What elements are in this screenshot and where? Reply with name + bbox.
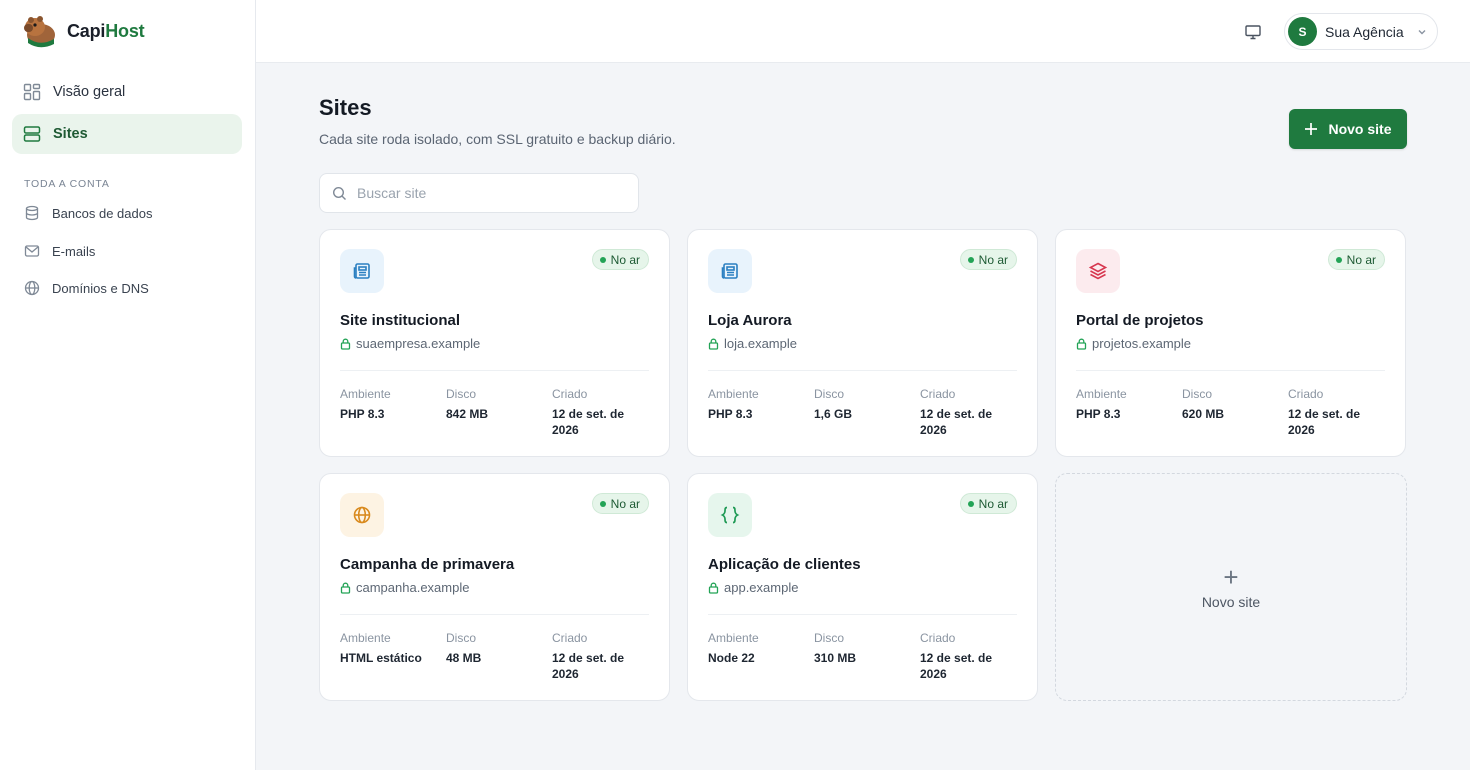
globe-icon bbox=[24, 280, 40, 296]
monitor-button[interactable] bbox=[1241, 20, 1265, 44]
capybara-logo-icon bbox=[24, 16, 55, 48]
add-site-label: Novo site bbox=[1201, 594, 1261, 610]
search-box[interactable] bbox=[319, 173, 639, 213]
chevron-down-icon bbox=[1418, 29, 1426, 34]
sidebar-item-dominios-e-dns[interactable]: Domínios e DNS bbox=[12, 271, 242, 305]
status-dot bbox=[967, 500, 974, 507]
meta-env: Ambiente PHP 8.3 bbox=[1076, 387, 1127, 421]
newspaper-icon bbox=[708, 249, 752, 293]
sidebar-item-visao-geral[interactable]: Visão geral bbox=[12, 72, 242, 112]
meta-disk: Disco 620 MB bbox=[1182, 387, 1225, 421]
sidebar-item-bancos-de-dados[interactable]: Bancos de dados bbox=[12, 196, 242, 230]
sidebar-item-label: Bancos de dados bbox=[52, 205, 153, 221]
sidebar-item-label: Sites bbox=[53, 126, 88, 142]
brand[interactable]: CapiHost bbox=[20, 11, 145, 51]
sidebar-item-label: Visão geral bbox=[53, 84, 126, 100]
lock-icon bbox=[1076, 338, 1087, 350]
site-domain[interactable]: campanha.example bbox=[340, 580, 469, 595]
sidebar-item-sites[interactable]: Sites bbox=[12, 114, 242, 154]
account-switcher[interactable]: S Sua Agência bbox=[1284, 13, 1438, 50]
search-icon bbox=[332, 186, 346, 200]
status-dot bbox=[599, 256, 606, 263]
site-domain[interactable]: app.example bbox=[708, 580, 798, 595]
divider bbox=[340, 370, 649, 371]
monitor-icon bbox=[1245, 25, 1261, 40]
grid-icon bbox=[23, 83, 41, 101]
globe-icon bbox=[340, 493, 384, 537]
meta-created: Criado 12 de set. de 2026 bbox=[920, 387, 993, 437]
topbar: S Sua Agência bbox=[256, 0, 1470, 63]
meta-env: Ambiente PHP 8.3 bbox=[708, 387, 759, 421]
site-card[interactable]: No ar Campanha de primavera campanha.exa… bbox=[319, 473, 670, 701]
status-dot bbox=[1335, 256, 1342, 263]
meta-disk: Disco 842 MB bbox=[446, 387, 489, 421]
layers-icon bbox=[1076, 249, 1120, 293]
meta-env: Ambiente PHP 8.3 bbox=[340, 387, 391, 421]
new-site-button[interactable]: Novo site bbox=[1289, 109, 1407, 149]
site-card[interactable]: No ar Portal de projetos projetos.exampl… bbox=[1055, 229, 1406, 457]
lock-icon bbox=[340, 338, 351, 350]
status-badge: No ar bbox=[959, 493, 1017, 514]
site-name[interactable]: Site institucional bbox=[340, 312, 460, 329]
sidebar-item-e-mails[interactable]: E-mails bbox=[12, 234, 242, 268]
sidebar: CapiHost Visão geral Sites TODA A CONTA … bbox=[0, 0, 256, 770]
site-name[interactable]: Campanha de primavera bbox=[340, 556, 514, 573]
meta-created: Criado 12 de set. de 2026 bbox=[1288, 387, 1361, 437]
divider bbox=[708, 614, 1017, 615]
page-subtitle: Cada site roda isolado, com SSL gratuito… bbox=[319, 131, 676, 147]
site-domain[interactable]: suaempresa.example bbox=[340, 336, 480, 351]
divider bbox=[1076, 370, 1385, 371]
status-dot bbox=[599, 500, 606, 507]
divider bbox=[340, 614, 649, 615]
site-card[interactable]: No ar Loja Aurora loja.example Ambiente … bbox=[687, 229, 1038, 457]
meta-created: Criado 12 de set. de 2026 bbox=[552, 631, 625, 681]
lock-icon bbox=[708, 338, 719, 350]
meta-env: Ambiente HTML estático bbox=[340, 631, 422, 665]
divider bbox=[708, 370, 1017, 371]
sidebar-item-label: Domínios e DNS bbox=[52, 280, 149, 296]
sidebar-item-label: E-mails bbox=[52, 243, 96, 259]
plus-icon: + bbox=[1223, 562, 1239, 592]
status-dot bbox=[967, 256, 974, 263]
page-title: Sites bbox=[319, 95, 372, 120]
status-badge: No ar bbox=[591, 493, 649, 514]
meta-env: Ambiente Node 22 bbox=[708, 631, 759, 665]
site-name[interactable]: Portal de projetos bbox=[1076, 312, 1204, 329]
lock-icon bbox=[340, 582, 351, 594]
lock-icon bbox=[708, 582, 719, 594]
meta-disk: Disco 48 MB bbox=[446, 631, 482, 665]
meta-created: Criado 12 de set. de 2026 bbox=[552, 387, 625, 437]
server-icon bbox=[23, 126, 41, 142]
plus-icon bbox=[1305, 123, 1318, 135]
site-domain[interactable]: projetos.example bbox=[1076, 336, 1191, 351]
meta-created: Criado 12 de set. de 2026 bbox=[920, 631, 993, 681]
status-badge: No ar bbox=[591, 249, 649, 270]
database-icon bbox=[25, 205, 39, 221]
site-card[interactable]: No ar Site institucional suaempresa.exam… bbox=[319, 229, 670, 457]
new-site-button-label: Novo site bbox=[1328, 121, 1392, 137]
meta-disk: Disco 1,6 GB bbox=[814, 387, 853, 421]
site-domain[interactable]: loja.example bbox=[708, 336, 797, 351]
brand-name: CapiHost bbox=[67, 20, 145, 41]
search-input[interactable] bbox=[357, 185, 617, 201]
account-name: Sua Agência bbox=[1325, 23, 1404, 40]
site-card[interactable]: No ar Aplicação de clientes app.example … bbox=[687, 473, 1038, 701]
site-name[interactable]: Loja Aurora bbox=[708, 312, 792, 329]
add-site-card[interactable]: + Novo site bbox=[1055, 473, 1407, 701]
section-label: TODA A CONTA bbox=[24, 178, 110, 190]
status-badge: No ar bbox=[959, 249, 1017, 270]
braces-icon bbox=[708, 493, 752, 537]
site-name[interactable]: Aplicação de clientes bbox=[708, 556, 861, 573]
newspaper-icon bbox=[340, 249, 384, 293]
mail-icon bbox=[24, 245, 40, 257]
meta-disk: Disco 310 MB bbox=[814, 631, 857, 665]
avatar: S bbox=[1288, 17, 1317, 46]
status-badge: No ar bbox=[1327, 249, 1385, 270]
